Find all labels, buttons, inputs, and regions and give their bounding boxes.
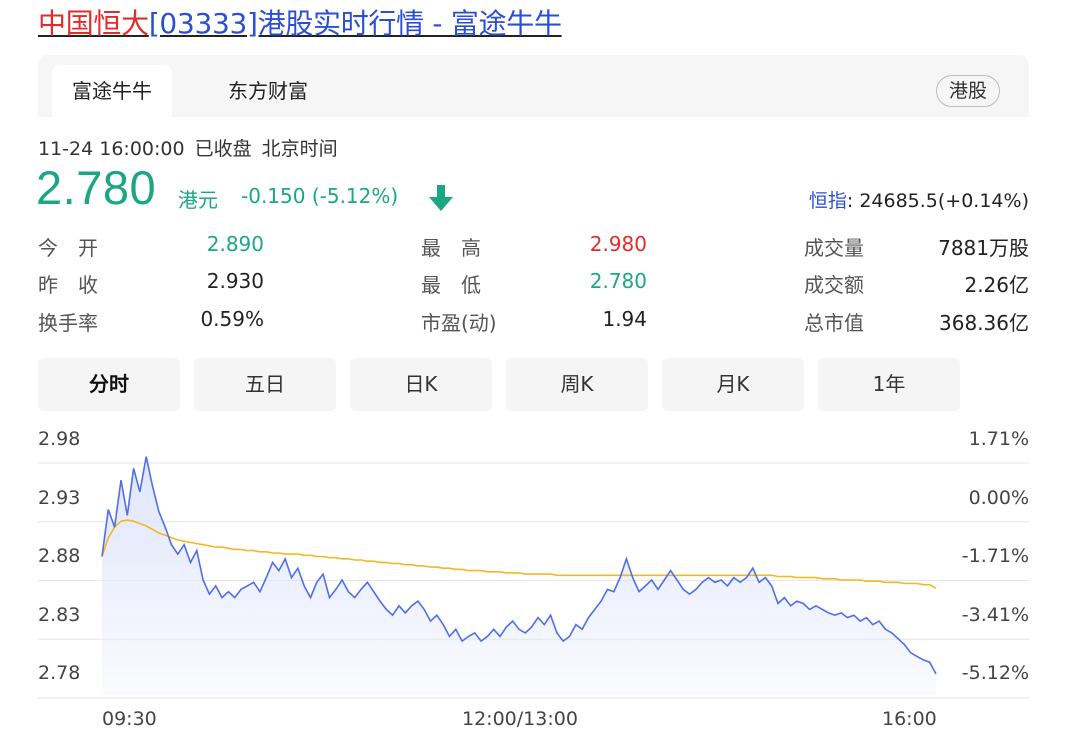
y-axis-label: 2.93 (38, 487, 81, 509)
pct-axis-label: -3.41% (961, 604, 1029, 626)
x-axis-label: 12:00/13:00 (462, 708, 578, 730)
y-axis-label: 2.88 (38, 545, 81, 567)
price-area (102, 456, 936, 695)
x-axis-label: 16:00 (882, 708, 937, 730)
pct-axis-label: 1.71% (968, 428, 1029, 450)
y-axis-label: 2.83 (38, 604, 81, 626)
x-axis-label: 09:30 (102, 708, 157, 730)
average-price-line (101, 519, 937, 589)
pct-axis-label: -5.12% (961, 662, 1029, 684)
pct-axis-label: -1.71% (961, 545, 1029, 567)
pct-axis-label: 0.00% (968, 487, 1029, 509)
intraday-chart[interactable] (0, 0, 1080, 747)
y-axis-label: 2.98 (38, 428, 81, 450)
y-axis-label: 2.78 (38, 662, 81, 684)
